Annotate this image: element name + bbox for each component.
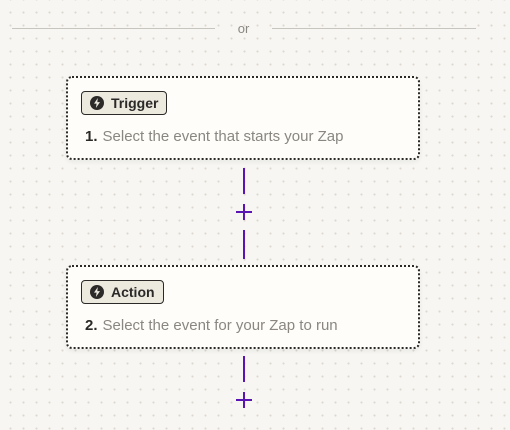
- step-description: Select the event that starts your Zap: [102, 128, 344, 145]
- divider-line-right: [272, 28, 476, 29]
- bolt-icon: [90, 96, 104, 110]
- connector-line: [243, 168, 245, 194]
- trigger-step-card[interactable]: Trigger 1. Select the event that starts y…: [66, 76, 420, 160]
- add-step-button[interactable]: [232, 200, 256, 224]
- connector-line: [243, 356, 245, 382]
- action-badge[interactable]: Action: [81, 280, 164, 304]
- bolt-icon: [90, 285, 104, 299]
- step-description: Select the event for your Zap to run: [102, 317, 338, 334]
- divider-line-left: [12, 28, 215, 29]
- plus-icon: [236, 392, 252, 408]
- step-number: 2.: [85, 317, 98, 334]
- trigger-step-row: 1. Select the event that starts your Zap: [85, 128, 343, 146]
- trigger-badge-label: Trigger: [111, 95, 159, 111]
- step-number: 1.: [85, 128, 98, 145]
- action-step-row: 2. Select the event for your Zap to run: [85, 317, 338, 335]
- divider-label: or: [237, 21, 250, 36]
- add-step-button[interactable]: [232, 388, 256, 412]
- trigger-badge[interactable]: Trigger: [81, 91, 168, 115]
- action-step-card[interactable]: Action 2. Select the event for your Zap t…: [66, 265, 420, 349]
- connector-line: [243, 230, 245, 259]
- action-badge-label: Action: [111, 284, 155, 300]
- plus-icon: [236, 204, 252, 220]
